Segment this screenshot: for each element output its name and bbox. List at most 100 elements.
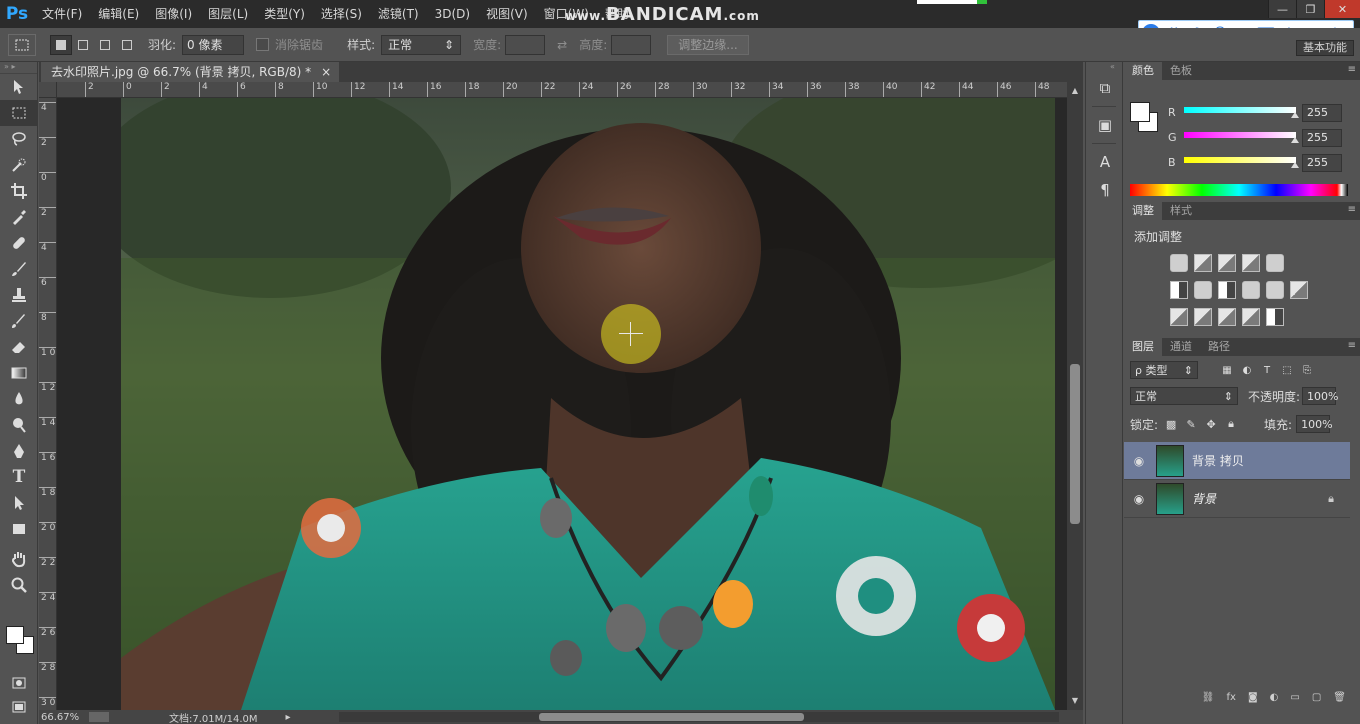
horizontal-scroll-thumb[interactable]: [539, 713, 804, 721]
red-slider-thumb[interactable]: [1291, 112, 1299, 118]
swap-icon[interactable]: ⇄: [557, 38, 567, 52]
green-slider[interactable]: [1184, 132, 1296, 138]
exposure-icon[interactable]: [1242, 254, 1260, 272]
minimize-button[interactable]: —: [1268, 0, 1296, 18]
brush-tool[interactable]: [0, 256, 38, 282]
vibrance-icon[interactable]: [1266, 254, 1284, 272]
close-tab-icon[interactable]: ×: [321, 62, 331, 82]
foreground-color-box[interactable]: [1130, 102, 1150, 122]
tab-swatches[interactable]: 色板: [1162, 62, 1200, 80]
horizontal-ruler[interactable]: 2 0 2 4 6 8 10 12 14 16 18 20 22 24 26 28 30 32 34 36 38 40 42…: [57, 82, 1067, 98]
selective-color-icon[interactable]: [1242, 308, 1260, 326]
foreground-color-swatch[interactable]: [6, 626, 24, 644]
horizontal-scrollbar[interactable]: [339, 712, 1059, 722]
fill-input[interactable]: 100%: [1296, 415, 1333, 433]
quick-selection-tool[interactable]: [0, 152, 38, 178]
layer-name[interactable]: 背景: [1192, 490, 1216, 507]
character-panel-icon[interactable]: A: [1086, 148, 1124, 176]
layer-filter-select[interactable]: ρ 类型 ⇕: [1130, 361, 1198, 379]
status-menu-arrow-icon[interactable]: ▸: [286, 712, 291, 723]
layer-style-icon[interactable]: fx: [1227, 692, 1236, 703]
tool-preset-picker[interactable]: [8, 33, 36, 56]
vertical-scrollbar[interactable]: ▲ ▼: [1067, 82, 1083, 710]
toolbar-grip[interactable]: » ▸: [0, 62, 37, 74]
pixel-filter-icon[interactable]: ▦: [1220, 363, 1234, 377]
document-tab[interactable]: 去水印照片.jpg @ 66.7% (背景 拷贝, RGB/8) * ×: [41, 62, 340, 82]
close-button[interactable]: ✕: [1324, 0, 1360, 18]
menu-edit[interactable]: 编辑(E): [90, 0, 147, 28]
levels-icon[interactable]: [1194, 254, 1212, 272]
panel-menu-icon[interactable]: ≡: [1348, 64, 1356, 75]
adjustment-layer-icon[interactable]: ◐: [1270, 692, 1279, 703]
lock-position-icon[interactable]: ✥: [1204, 417, 1218, 431]
adjustment-filter-icon[interactable]: ◐: [1240, 363, 1254, 377]
curves-icon[interactable]: [1218, 254, 1236, 272]
blue-slider-thumb[interactable]: [1291, 162, 1299, 168]
threshold-icon[interactable]: [1218, 308, 1236, 326]
paragraph-panel-icon[interactable]: ¶: [1086, 176, 1124, 204]
panel-menu-icon[interactable]: ≡: [1348, 204, 1356, 215]
type-tool[interactable]: T: [0, 464, 38, 490]
eyedropper-tool[interactable]: [0, 204, 38, 230]
photo-filter-icon[interactable]: [1242, 281, 1260, 299]
menu-file[interactable]: 文件(F): [34, 0, 90, 28]
red-value-input[interactable]: 255: [1302, 104, 1342, 122]
lock-transparent-icon[interactable]: ▩: [1164, 417, 1178, 431]
green-value-input[interactable]: 255: [1302, 129, 1342, 147]
healing-brush-tool[interactable]: [0, 230, 38, 256]
smart-object-filter-icon[interactable]: ⎘: [1300, 363, 1314, 377]
layer-name[interactable]: 背景 拷贝: [1192, 452, 1244, 469]
color-lookup-icon[interactable]: [1290, 281, 1308, 299]
marquee-tool[interactable]: [0, 100, 38, 126]
tab-adjustments[interactable]: 调整: [1124, 202, 1162, 220]
intersect-selection-button[interactable]: [116, 35, 138, 55]
red-slider[interactable]: [1184, 107, 1296, 113]
history-brush-tool[interactable]: [0, 308, 38, 334]
vertical-scroll-thumb[interactable]: [1070, 364, 1080, 524]
visibility-eye-icon[interactable]: ◉: [1124, 492, 1154, 506]
dodge-tool[interactable]: [0, 412, 38, 438]
menu-layer[interactable]: 图层(L): [200, 0, 256, 28]
scroll-down-arrow-icon[interactable]: ▼: [1070, 696, 1080, 706]
add-mask-icon[interactable]: ◙: [1248, 692, 1258, 703]
link-layers-icon[interactable]: ⛓: [1202, 692, 1215, 703]
blur-tool[interactable]: [0, 386, 38, 412]
new-layer-icon[interactable]: ▢: [1312, 692, 1321, 703]
tab-paths[interactable]: 路径: [1200, 338, 1238, 356]
menu-select[interactable]: 选择(S): [313, 0, 370, 28]
width-input[interactable]: [505, 34, 546, 55]
type-filter-icon[interactable]: T: [1260, 363, 1274, 377]
feather-input[interactable]: 0 像素: [182, 34, 245, 55]
pen-tool[interactable]: [0, 438, 38, 464]
gradient-map-icon[interactable]: [1266, 308, 1284, 326]
lasso-tool[interactable]: [0, 126, 38, 152]
hue-saturation-icon[interactable]: [1170, 281, 1188, 299]
path-selection-tool[interactable]: [0, 490, 38, 516]
new-group-icon[interactable]: ▭: [1290, 692, 1299, 703]
brightness-icon[interactable]: [1170, 254, 1188, 272]
tab-layers[interactable]: 图层: [1124, 338, 1162, 356]
dock-grip[interactable]: «: [1086, 62, 1122, 74]
screen-mode-button[interactable]: [0, 694, 38, 720]
menu-image[interactable]: 图像(I): [147, 0, 200, 28]
menu-view[interactable]: 视图(V): [478, 0, 536, 28]
tab-color[interactable]: 颜色: [1124, 62, 1162, 80]
workspace-switcher[interactable]: 基本功能: [1296, 40, 1354, 56]
tab-channels[interactable]: 通道: [1162, 338, 1200, 356]
channel-mixer-icon[interactable]: [1266, 281, 1284, 299]
gradient-tool[interactable]: [0, 360, 38, 386]
vertical-ruler[interactable]: 42024681 01 21 41 61 82 02 22 42 62 83 0: [39, 98, 57, 710]
rectangle-tool[interactable]: [0, 516, 38, 542]
restore-button[interactable]: ❐: [1296, 0, 1324, 18]
opacity-input[interactable]: 100%: [1302, 387, 1339, 405]
delete-layer-icon[interactable]: 🗑︎: [1333, 692, 1346, 703]
refine-edge-button[interactable]: 调整边缘...: [667, 34, 749, 55]
tab-styles[interactable]: 样式: [1162, 202, 1200, 220]
color-balance-icon[interactable]: [1194, 281, 1212, 299]
ruler-origin[interactable]: [39, 82, 57, 98]
zoom-level[interactable]: 66.67%: [39, 712, 87, 723]
black-white-icon[interactable]: [1218, 281, 1236, 299]
blend-mode-select[interactable]: 正常 ⇕: [1130, 387, 1238, 405]
style-select[interactable]: 正常 ⇕: [381, 34, 462, 55]
panel-menu-icon[interactable]: ≡: [1348, 340, 1356, 351]
